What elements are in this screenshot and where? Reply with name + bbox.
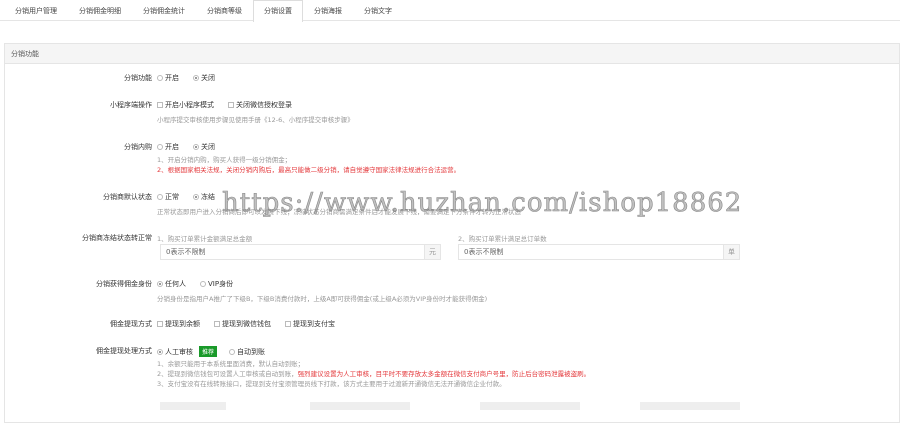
radio-status-normal[interactable]: 正常 <box>157 192 179 202</box>
tab-settings[interactable]: 分销设置 <box>253 0 303 22</box>
option-label: 关闭 <box>201 74 215 82</box>
radio-manual[interactable]: 人工审核 <box>157 347 193 357</box>
option-label: VIP身份 <box>208 280 234 288</box>
option-label: 开启小程序模式 <box>165 101 214 109</box>
label: 分销功能 <box>124 74 152 82</box>
radio-vip[interactable]: VIP身份 <box>200 279 233 289</box>
next-row-input <box>480 402 580 410</box>
sub-label: 2、购买订单累计满足总订单数 <box>458 235 547 243</box>
option-label: 提现到余额 <box>165 320 200 328</box>
label: 分销商冻结状态转正常 <box>82 234 152 242</box>
checkbox-balance[interactable]: 提现到余额 <box>157 319 200 329</box>
radio-status-frozen[interactable]: 冻结 <box>193 192 215 202</box>
label: 分销商默认状态 <box>103 193 152 201</box>
radio-anyone[interactable]: 任何人 <box>157 279 186 289</box>
warning-text: 强烈建议设置为人工审核，目平时不要存放太多金额在微信支付商户号里，防止后台密码泄… <box>297 370 591 378</box>
option-label: 正常 <box>165 193 179 201</box>
option-label: 冻结 <box>201 193 215 201</box>
label: 佣金提现处理方式 <box>96 347 152 355</box>
tab-levels[interactable]: 分销商等级 <box>196 0 253 21</box>
radio-inner-off[interactable]: 关闭 <box>193 142 215 152</box>
tab-poster[interactable]: 分销海报 <box>303 0 353 21</box>
help-text: 分销身份是指用户A推广了下级B，下级B消费付款时，上级A即可获得佣金(或上级A必… <box>157 295 488 303</box>
tab-commission-detail[interactable]: 分销佣金明细 <box>68 0 132 21</box>
checkbox-wechat[interactable]: 提现到微信钱包 <box>214 319 271 329</box>
help-text: 小程序提交审核使用步骤见使用手册《12-6、小程序提交审核步骤》 <box>157 116 354 124</box>
option-label: 关闭微信授权登录 <box>236 101 292 109</box>
next-row-input <box>640 402 740 410</box>
total-orders-input[interactable]: 0表示不限制 单 <box>458 244 740 260</box>
label: 小程序端操作 <box>110 101 152 109</box>
panel-title: 分销功能 <box>5 44 899 64</box>
option-label: 关闭 <box>201 143 215 151</box>
option-label: 开启 <box>165 143 179 151</box>
help-part: 2、提现到微信钱包可设置人工审核或自动到账， <box>157 370 298 378</box>
unit: 元 <box>424 245 440 259</box>
radio-enable-on[interactable]: 开启 <box>157 73 179 83</box>
label: 分销内购 <box>124 143 152 151</box>
help-text: 1、余额只能用于本系统里面消费，默认自动到账； <box>157 360 305 368</box>
help-text: 3、支付宝没有在线转账接口，提现到支付宝须管理员线下打款，该方式主要用于过渡新开… <box>157 380 506 388</box>
tab-users[interactable]: 分销用户管理 <box>4 0 68 21</box>
radio-auto[interactable]: 自动到账 <box>229 347 265 357</box>
help-text: 1、开启分销内购，购买人获得一级分销佣金； <box>157 156 292 164</box>
total-amount-input[interactable]: 0表示不限制 元 <box>160 244 441 260</box>
option-label: 提现到支付宝 <box>293 320 335 328</box>
radio-inner-on[interactable]: 开启 <box>157 142 179 152</box>
sub-label: 1、购买订单累计金额满足总金额 <box>157 235 253 243</box>
placeholder: 0表示不限制 <box>464 248 504 256</box>
warning-text: 2、根据国家相关法规，关闭分销内购后，最高只能做二级分销，请自觉遵守国家法律法规… <box>157 166 461 174</box>
checkbox-miniapp-mode[interactable]: 开启小程序模式 <box>157 100 214 110</box>
next-row-input <box>160 402 226 410</box>
tab-text[interactable]: 分销文字 <box>353 0 403 21</box>
next-row-input <box>310 402 410 410</box>
help-text: 2、提现到微信钱包可设置人工审核或自动到账，强烈建议设置为人工审核，目平时不要存… <box>157 368 590 378</box>
checkbox-alipay[interactable]: 提现到支付宝 <box>285 319 335 329</box>
option-label: 提现到微信钱包 <box>222 320 271 328</box>
tab-commission-stats[interactable]: 分销佣金统计 <box>132 0 196 21</box>
recommend-badge: 推荐 <box>199 346 218 357</box>
unit: 单 <box>723 245 739 259</box>
option-label: 自动到账 <box>237 347 266 356</box>
checkbox-disable-wechat-login[interactable]: 关闭微信授权登录 <box>228 100 292 110</box>
tab-bar: 分销用户管理 分销佣金明细 分销佣金统计 分销商等级 分销设置 分销海报 分销文… <box>0 0 900 22</box>
option-label: 任何人 <box>165 280 186 288</box>
watermark: https://www.huzhan.com/ishop18862 <box>222 188 743 219</box>
placeholder: 0表示不限制 <box>166 248 206 256</box>
radio-enable-off[interactable]: 关闭 <box>193 73 215 83</box>
option-label: 人工审核 <box>165 347 193 356</box>
label: 分销获得佣金身份 <box>96 280 152 288</box>
label: 佣金提现方式 <box>110 320 152 328</box>
option-label: 开启 <box>165 74 179 82</box>
